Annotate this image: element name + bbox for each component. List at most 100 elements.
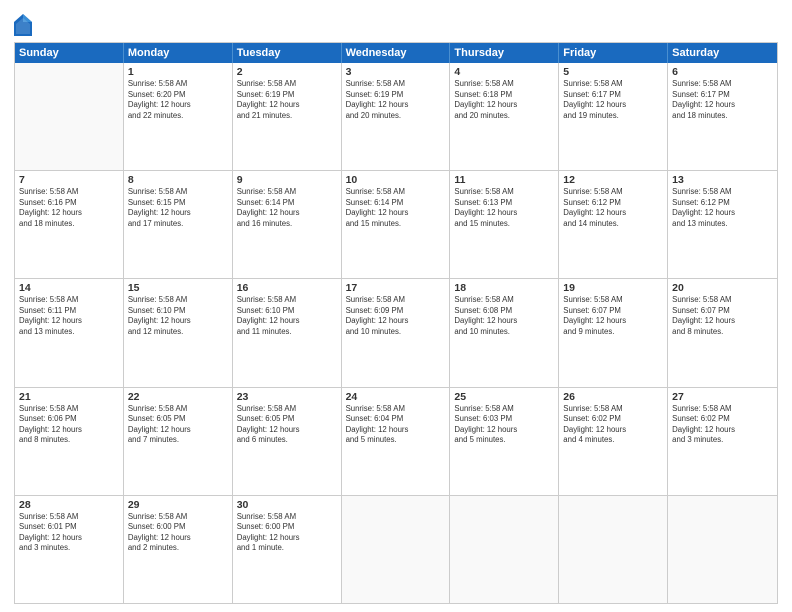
day-cell-13: 13Sunrise: 5:58 AM Sunset: 6:12 PM Dayli… (668, 171, 777, 278)
calendar-body: 1Sunrise: 5:58 AM Sunset: 6:20 PM Daylig… (15, 63, 777, 603)
day-info: Sunrise: 5:58 AM Sunset: 6:06 PM Dayligh… (19, 404, 119, 446)
header-day-wednesday: Wednesday (342, 43, 451, 63)
day-cell-24: 24Sunrise: 5:58 AM Sunset: 6:04 PM Dayli… (342, 388, 451, 495)
day-number: 9 (237, 174, 337, 186)
day-cell-28: 28Sunrise: 5:58 AM Sunset: 6:01 PM Dayli… (15, 496, 124, 603)
calendar-row-1: 7Sunrise: 5:58 AM Sunset: 6:16 PM Daylig… (15, 171, 777, 279)
day-number: 1 (128, 66, 228, 78)
day-number: 23 (237, 391, 337, 403)
day-info: Sunrise: 5:58 AM Sunset: 6:07 PM Dayligh… (672, 295, 773, 337)
day-number: 29 (128, 499, 228, 511)
day-info: Sunrise: 5:58 AM Sunset: 6:19 PM Dayligh… (237, 79, 337, 121)
day-number: 12 (563, 174, 663, 186)
day-cell-15: 15Sunrise: 5:58 AM Sunset: 6:10 PM Dayli… (124, 279, 233, 386)
day-cell-1: 1Sunrise: 5:58 AM Sunset: 6:20 PM Daylig… (124, 63, 233, 170)
day-info: Sunrise: 5:58 AM Sunset: 6:01 PM Dayligh… (19, 512, 119, 554)
day-number: 8 (128, 174, 228, 186)
day-info: Sunrise: 5:58 AM Sunset: 6:15 PM Dayligh… (128, 187, 228, 229)
day-cell-10: 10Sunrise: 5:58 AM Sunset: 6:14 PM Dayli… (342, 171, 451, 278)
day-info: Sunrise: 5:58 AM Sunset: 6:10 PM Dayligh… (237, 295, 337, 337)
day-number: 22 (128, 391, 228, 403)
day-info: Sunrise: 5:58 AM Sunset: 6:02 PM Dayligh… (563, 404, 663, 446)
day-cell-29: 29Sunrise: 5:58 AM Sunset: 6:00 PM Dayli… (124, 496, 233, 603)
day-info: Sunrise: 5:58 AM Sunset: 6:17 PM Dayligh… (672, 79, 773, 121)
day-cell-2: 2Sunrise: 5:58 AM Sunset: 6:19 PM Daylig… (233, 63, 342, 170)
day-info: Sunrise: 5:58 AM Sunset: 6:02 PM Dayligh… (672, 404, 773, 446)
calendar-header: SundayMondayTuesdayWednesdayThursdayFrid… (15, 43, 777, 63)
day-cell-8: 8Sunrise: 5:58 AM Sunset: 6:15 PM Daylig… (124, 171, 233, 278)
day-number: 20 (672, 282, 773, 294)
day-cell-3: 3Sunrise: 5:58 AM Sunset: 6:19 PM Daylig… (342, 63, 451, 170)
day-number: 4 (454, 66, 554, 78)
header-day-sunday: Sunday (15, 43, 124, 63)
logo-icon (14, 14, 32, 36)
day-info: Sunrise: 5:58 AM Sunset: 6:07 PM Dayligh… (563, 295, 663, 337)
day-info: Sunrise: 5:58 AM Sunset: 6:10 PM Dayligh… (128, 295, 228, 337)
day-info: Sunrise: 5:58 AM Sunset: 6:20 PM Dayligh… (128, 79, 228, 121)
day-number: 26 (563, 391, 663, 403)
day-info: Sunrise: 5:58 AM Sunset: 6:00 PM Dayligh… (237, 512, 337, 554)
empty-cell-4-3 (342, 496, 451, 603)
day-info: Sunrise: 5:58 AM Sunset: 6:12 PM Dayligh… (672, 187, 773, 229)
day-cell-16: 16Sunrise: 5:58 AM Sunset: 6:10 PM Dayli… (233, 279, 342, 386)
day-cell-20: 20Sunrise: 5:58 AM Sunset: 6:07 PM Dayli… (668, 279, 777, 386)
day-cell-14: 14Sunrise: 5:58 AM Sunset: 6:11 PM Dayli… (15, 279, 124, 386)
day-info: Sunrise: 5:58 AM Sunset: 6:11 PM Dayligh… (19, 295, 119, 337)
day-number: 2 (237, 66, 337, 78)
day-number: 24 (346, 391, 446, 403)
day-cell-25: 25Sunrise: 5:58 AM Sunset: 6:03 PM Dayli… (450, 388, 559, 495)
day-cell-5: 5Sunrise: 5:58 AM Sunset: 6:17 PM Daylig… (559, 63, 668, 170)
day-cell-26: 26Sunrise: 5:58 AM Sunset: 6:02 PM Dayli… (559, 388, 668, 495)
empty-cell-0-0 (15, 63, 124, 170)
day-number: 28 (19, 499, 119, 511)
day-number: 18 (454, 282, 554, 294)
day-info: Sunrise: 5:58 AM Sunset: 6:05 PM Dayligh… (237, 404, 337, 446)
header-day-thursday: Thursday (450, 43, 559, 63)
day-cell-19: 19Sunrise: 5:58 AM Sunset: 6:07 PM Dayli… (559, 279, 668, 386)
calendar-row-3: 21Sunrise: 5:58 AM Sunset: 6:06 PM Dayli… (15, 388, 777, 496)
day-cell-22: 22Sunrise: 5:58 AM Sunset: 6:05 PM Dayli… (124, 388, 233, 495)
empty-cell-4-5 (559, 496, 668, 603)
header-day-friday: Friday (559, 43, 668, 63)
day-info: Sunrise: 5:58 AM Sunset: 6:03 PM Dayligh… (454, 404, 554, 446)
day-number: 25 (454, 391, 554, 403)
day-number: 11 (454, 174, 554, 186)
day-number: 6 (672, 66, 773, 78)
day-info: Sunrise: 5:58 AM Sunset: 6:09 PM Dayligh… (346, 295, 446, 337)
day-number: 13 (672, 174, 773, 186)
day-number: 7 (19, 174, 119, 186)
day-info: Sunrise: 5:58 AM Sunset: 6:12 PM Dayligh… (563, 187, 663, 229)
day-cell-7: 7Sunrise: 5:58 AM Sunset: 6:16 PM Daylig… (15, 171, 124, 278)
day-cell-12: 12Sunrise: 5:58 AM Sunset: 6:12 PM Dayli… (559, 171, 668, 278)
day-number: 15 (128, 282, 228, 294)
header-day-tuesday: Tuesday (233, 43, 342, 63)
header-day-saturday: Saturday (668, 43, 777, 63)
day-info: Sunrise: 5:58 AM Sunset: 6:14 PM Dayligh… (346, 187, 446, 229)
day-number: 5 (563, 66, 663, 78)
calendar: SundayMondayTuesdayWednesdayThursdayFrid… (14, 42, 778, 604)
day-cell-9: 9Sunrise: 5:58 AM Sunset: 6:14 PM Daylig… (233, 171, 342, 278)
day-info: Sunrise: 5:58 AM Sunset: 6:08 PM Dayligh… (454, 295, 554, 337)
header (14, 10, 778, 36)
day-info: Sunrise: 5:58 AM Sunset: 6:05 PM Dayligh… (128, 404, 228, 446)
day-number: 14 (19, 282, 119, 294)
day-number: 30 (237, 499, 337, 511)
day-info: Sunrise: 5:58 AM Sunset: 6:14 PM Dayligh… (237, 187, 337, 229)
day-cell-21: 21Sunrise: 5:58 AM Sunset: 6:06 PM Dayli… (15, 388, 124, 495)
day-cell-18: 18Sunrise: 5:58 AM Sunset: 6:08 PM Dayli… (450, 279, 559, 386)
calendar-row-4: 28Sunrise: 5:58 AM Sunset: 6:01 PM Dayli… (15, 496, 777, 603)
day-info: Sunrise: 5:58 AM Sunset: 6:19 PM Dayligh… (346, 79, 446, 121)
day-number: 19 (563, 282, 663, 294)
day-number: 16 (237, 282, 337, 294)
day-cell-27: 27Sunrise: 5:58 AM Sunset: 6:02 PM Dayli… (668, 388, 777, 495)
day-number: 10 (346, 174, 446, 186)
calendar-row-2: 14Sunrise: 5:58 AM Sunset: 6:11 PM Dayli… (15, 279, 777, 387)
calendar-row-0: 1Sunrise: 5:58 AM Sunset: 6:20 PM Daylig… (15, 63, 777, 171)
day-info: Sunrise: 5:58 AM Sunset: 6:13 PM Dayligh… (454, 187, 554, 229)
day-cell-23: 23Sunrise: 5:58 AM Sunset: 6:05 PM Dayli… (233, 388, 342, 495)
day-info: Sunrise: 5:58 AM Sunset: 6:04 PM Dayligh… (346, 404, 446, 446)
day-cell-6: 6Sunrise: 5:58 AM Sunset: 6:17 PM Daylig… (668, 63, 777, 170)
day-cell-11: 11Sunrise: 5:58 AM Sunset: 6:13 PM Dayli… (450, 171, 559, 278)
day-number: 17 (346, 282, 446, 294)
day-info: Sunrise: 5:58 AM Sunset: 6:16 PM Dayligh… (19, 187, 119, 229)
